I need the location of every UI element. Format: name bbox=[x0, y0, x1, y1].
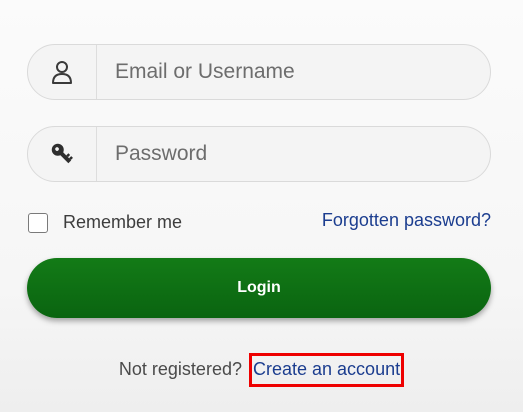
remember-me-label: Remember me bbox=[63, 212, 183, 232]
register-prompt-text: Not registered? bbox=[118, 359, 242, 379]
password-field[interactable] bbox=[27, 126, 491, 182]
remember-me[interactable]: Remember me bbox=[28, 212, 182, 233]
register-prompt-row: Not registered? Create an account bbox=[0, 353, 523, 387]
forgot-password-link[interactable]: Forgotten password? bbox=[322, 210, 491, 231]
username-input[interactable] bbox=[97, 45, 490, 99]
create-account-link[interactable]: Create an account bbox=[249, 353, 405, 387]
password-input[interactable] bbox=[97, 127, 490, 181]
user-icon bbox=[28, 45, 97, 99]
username-field[interactable] bbox=[27, 44, 491, 100]
login-button[interactable]: Login bbox=[27, 258, 491, 318]
key-icon bbox=[28, 127, 97, 181]
remember-me-checkbox[interactable] bbox=[28, 212, 48, 233]
